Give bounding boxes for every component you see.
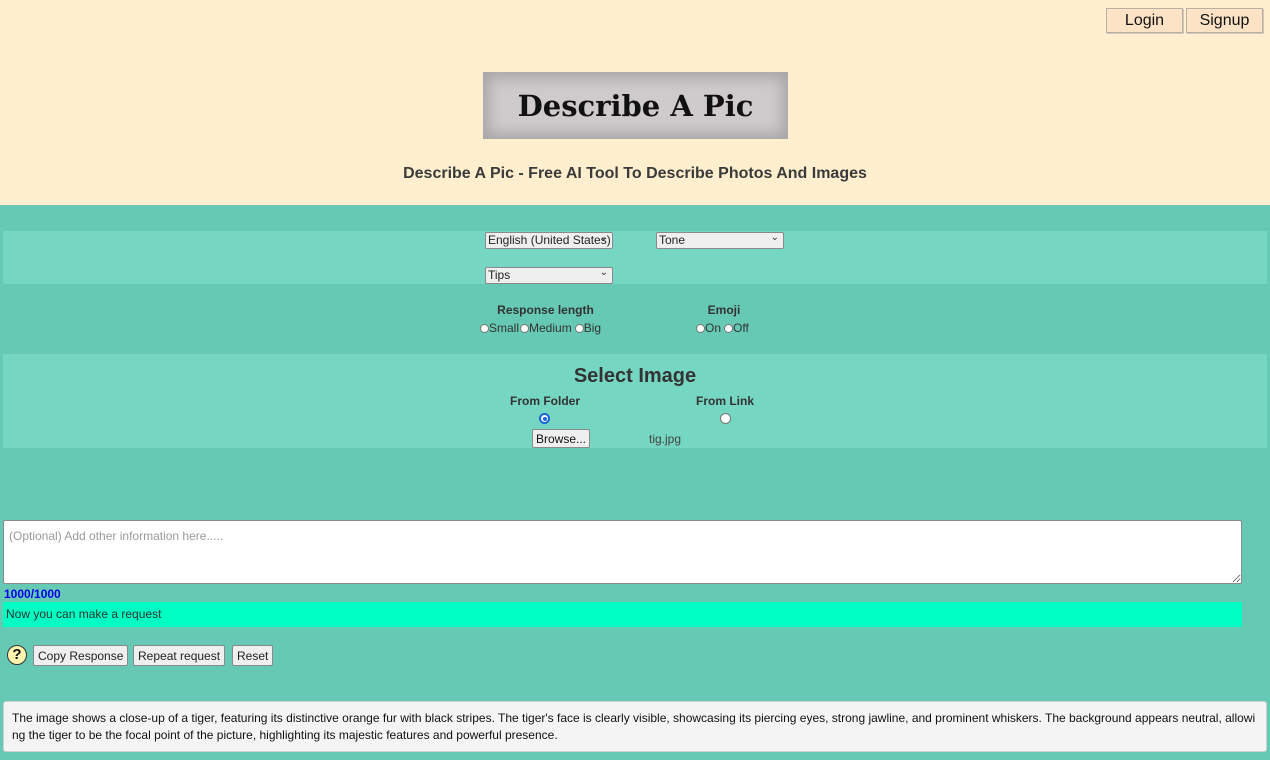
radio-big[interactable]: [574, 323, 584, 333]
page-subtitle: Describe A Pic - Free AI Tool To Describ…: [403, 165, 867, 182]
radio-emoji-on[interactable]: [696, 323, 705, 333]
tips-select-wrap: Tips ⌄: [485, 266, 613, 284]
header: Login Signup Describe A Pic Describe A P…: [0, 0, 1270, 205]
radio-emoji-on-label: On: [705, 321, 722, 335]
browse-button[interactable]: Browse...: [532, 429, 590, 448]
signup-button[interactable]: Signup: [1186, 8, 1263, 33]
additional-info-input[interactable]: [3, 520, 1242, 584]
radio-emoji-off-label: Off: [733, 321, 749, 335]
radio-medium-label: Medium: [529, 321, 572, 335]
copy-response-button[interactable]: Copy Response: [33, 645, 129, 666]
response-length-title: Response length: [497, 303, 594, 317]
character-counter: 1000/1000: [4, 587, 61, 601]
radio-from-folder[interactable]: [539, 413, 550, 424]
reset-button[interactable]: Reset: [232, 645, 274, 666]
emoji-group: On Off: [696, 321, 749, 335]
emoji-title: Emoji: [707, 303, 741, 317]
tips-select[interactable]: Tips: [485, 266, 613, 284]
from-folder-label: From Folder: [509, 394, 580, 408]
radio-medium[interactable]: [520, 323, 530, 333]
options-band: [3, 231, 1267, 284]
logo: Describe A Pic: [483, 72, 788, 139]
select-image-title: Select Image: [573, 365, 697, 387]
radio-from-link[interactable]: [720, 413, 731, 424]
selected-filename: tig.jpg: [649, 432, 682, 446]
radio-small[interactable]: [480, 323, 489, 333]
radio-small-label: Small: [489, 321, 520, 335]
status-message: Now you can make a request: [3, 602, 1242, 627]
login-button[interactable]: Login: [1106, 8, 1183, 33]
tone-select-wrap: Tone ⌄: [656, 231, 784, 249]
radio-big-label: Big: [583, 321, 602, 335]
help-icon[interactable]: ?: [7, 645, 27, 665]
logo-text: Describe A Pic: [517, 88, 754, 123]
response-length-group: Small Medium Big: [480, 321, 601, 335]
repeat-request-button[interactable]: Repeat request: [133, 645, 226, 666]
tone-select[interactable]: Tone: [656, 231, 784, 249]
from-link-label: From Link: [695, 394, 754, 408]
radio-emoji-off[interactable]: [724, 323, 734, 333]
response-output: The image shows a close-up of a tiger, f…: [3, 701, 1267, 752]
language-select[interactable]: English (United States): [485, 231, 613, 249]
language-select-wrap: English (United States) ⌄: [485, 231, 613, 249]
